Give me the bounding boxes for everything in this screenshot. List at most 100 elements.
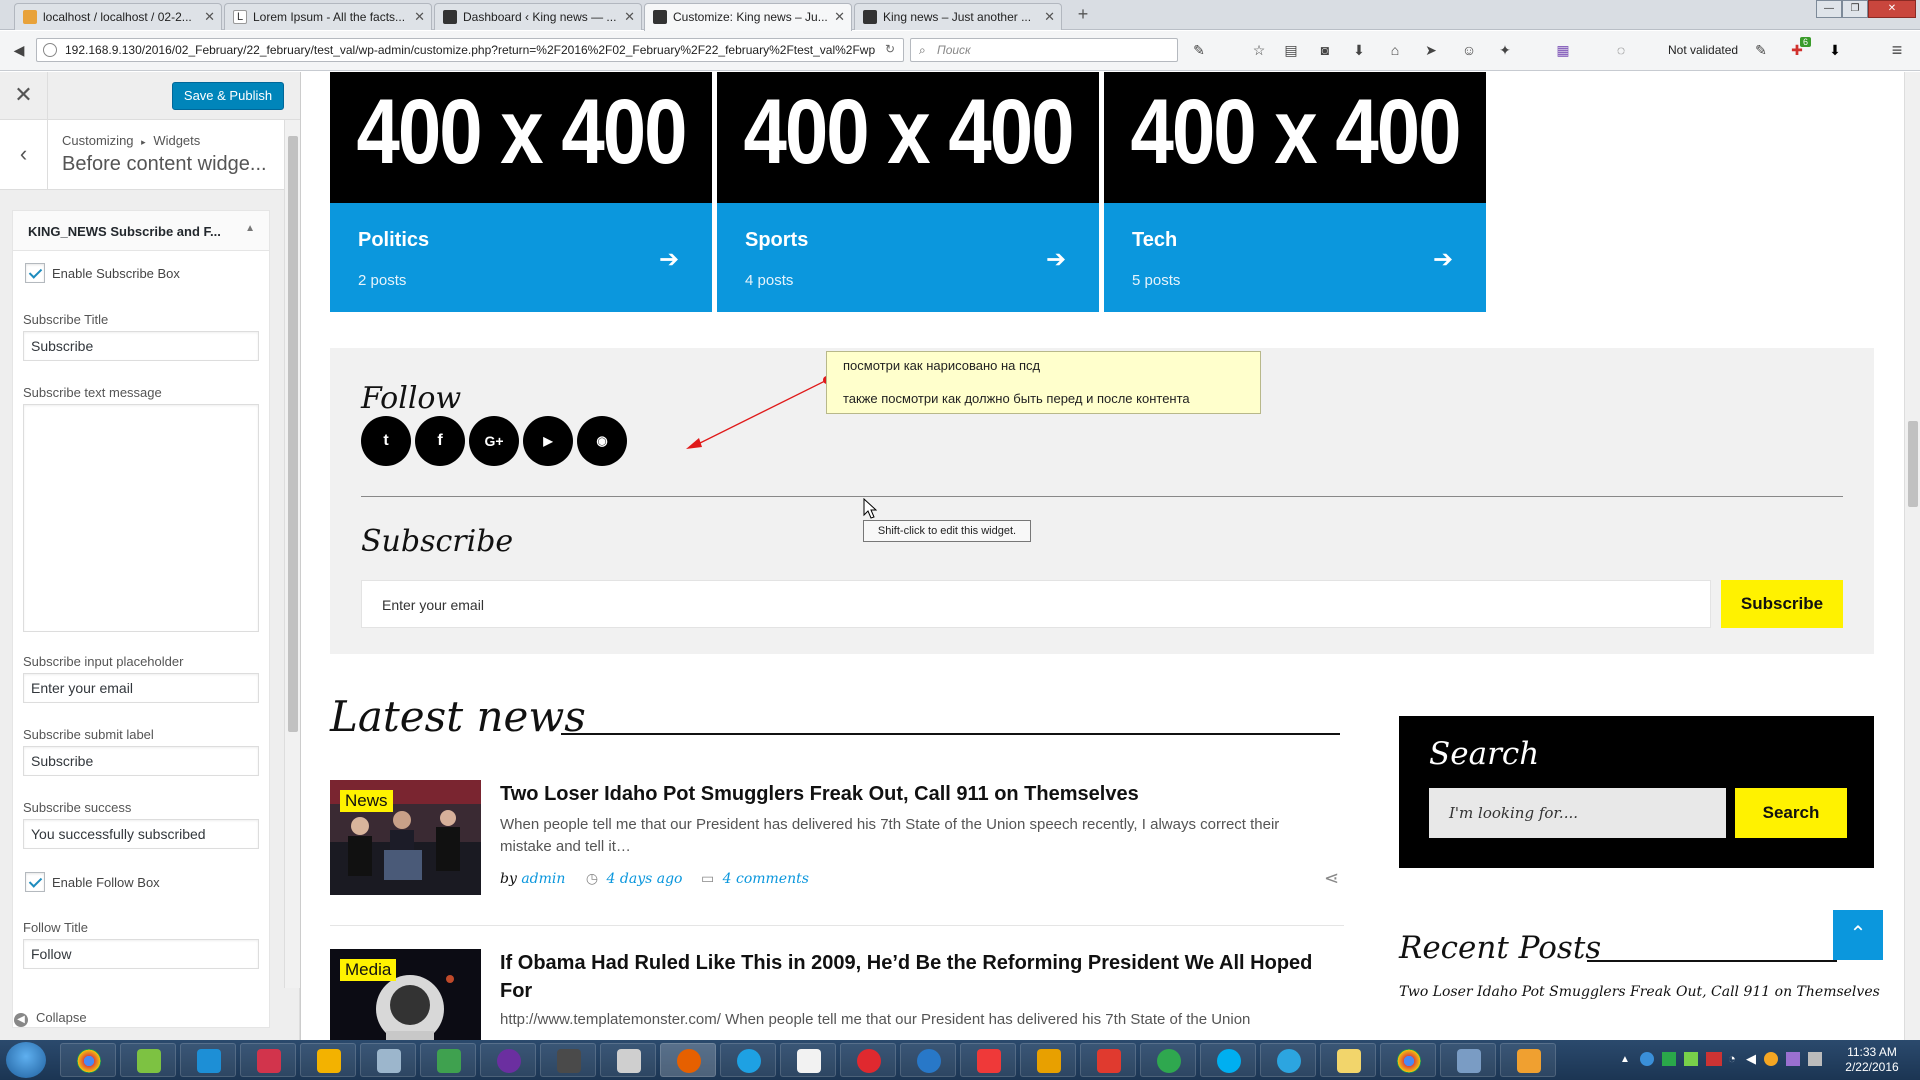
browser-tab-active[interactable]: Customize: King news – Ju... ✕ xyxy=(644,3,852,31)
search-button[interactable]: Search xyxy=(1735,788,1847,838)
chat-icon[interactable]: ☺ xyxy=(1460,41,1478,59)
close-tab-icon[interactable]: ✕ xyxy=(624,9,635,25)
close-tab-icon[interactable]: ✕ xyxy=(1044,9,1055,25)
downloads-arrow-icon[interactable]: ⬇ xyxy=(1826,41,1844,59)
ie-app[interactable] xyxy=(720,1043,776,1077)
browser-tab[interactable]: L Lorem Ipsum - All the facts... ✕ xyxy=(224,3,432,30)
widget-title-bar[interactable]: KING_NEWS Subscribe and F... ▲ xyxy=(13,211,269,251)
tray-misc-icon[interactable] xyxy=(1808,1052,1822,1066)
media-app[interactable] xyxy=(480,1043,536,1077)
collapse-caret-icon[interactable]: ▲ xyxy=(245,223,255,234)
tray-app-icon[interactable] xyxy=(1640,1052,1654,1066)
firefox-app[interactable] xyxy=(660,1043,716,1077)
post-date[interactable]: 4 days ago xyxy=(607,871,683,887)
download-icon[interactable]: ⬇ xyxy=(1350,41,1368,59)
post-category-tag[interactable]: News xyxy=(340,790,393,812)
vivaldi-app[interactable] xyxy=(960,1043,1016,1077)
post-comments[interactable]: 4 comments xyxy=(723,871,809,887)
grid-app[interactable] xyxy=(420,1043,476,1077)
volume-icon[interactable]: ◀ xyxy=(1746,1051,1756,1067)
subscribe-title-input[interactable]: Subscribe xyxy=(23,331,259,361)
save-app[interactable] xyxy=(240,1043,296,1077)
notepad-app[interactable] xyxy=(120,1043,176,1077)
recent-post-link[interactable]: Two Loser Idaho Pot Smugglers Freak Out,… xyxy=(1399,984,1880,1000)
notes-icon[interactable]: ✎ xyxy=(1190,41,1208,59)
share-icon[interactable]: ⋖ xyxy=(1324,868,1339,889)
browser-tab[interactable]: Dashboard ‹ King news — ... ✕ xyxy=(434,3,642,30)
sublime-app[interactable] xyxy=(540,1043,596,1077)
tray-battery-icon[interactable] xyxy=(1684,1052,1698,1066)
explorer-app[interactable] xyxy=(1320,1043,1376,1077)
filezilla-app[interactable] xyxy=(1020,1043,1076,1077)
chrome-app-2[interactable] xyxy=(1380,1043,1436,1077)
post-author[interactable]: admin xyxy=(521,871,565,887)
browser-app[interactable] xyxy=(900,1043,956,1077)
close-window-button[interactable]: ✕ xyxy=(1868,0,1916,18)
tray-network-icon[interactable] xyxy=(1662,1052,1676,1066)
placeholder-input[interactable]: Enter your email xyxy=(23,673,259,703)
submit-label-input[interactable]: Subscribe xyxy=(23,746,259,776)
maximize-button[interactable]: ❐ xyxy=(1842,0,1868,18)
post-thumbnail[interactable]: News xyxy=(330,780,481,895)
post-category-tag[interactable]: Media xyxy=(340,959,397,981)
telegram-app[interactable] xyxy=(1260,1043,1316,1077)
yandex-app[interactable] xyxy=(780,1043,836,1077)
game-app[interactable] xyxy=(600,1043,656,1077)
subscribe-text-textarea[interactable] xyxy=(23,404,259,632)
wifi-icon[interactable]: ◔ xyxy=(1728,1051,1736,1066)
close-tab-icon[interactable]: ✕ xyxy=(834,9,845,25)
collapse-button[interactable]: ◀ Collapse xyxy=(14,1010,87,1027)
language-flag-icon[interactable] xyxy=(1706,1052,1722,1066)
tool-icon[interactable]: ✦ xyxy=(1496,41,1514,59)
success-input[interactable]: You successfully subscribed xyxy=(23,819,259,849)
calculator-app[interactable] xyxy=(360,1043,416,1077)
search-input[interactable]: I'm looking for.... xyxy=(1429,788,1726,838)
s-app[interactable] xyxy=(1140,1043,1196,1077)
edit-icon[interactable]: ✎ xyxy=(1752,41,1770,59)
image-app[interactable] xyxy=(1500,1043,1556,1077)
sidebar-scroll-thumb[interactable] xyxy=(288,136,298,732)
sidebar-scrollbar[interactable] xyxy=(284,120,300,988)
browser-tab[interactable]: localhost / localhost / 02-2... ✕ xyxy=(14,3,222,30)
reload-icon[interactable]: ↻ xyxy=(885,42,895,56)
site-info-icon[interactable] xyxy=(43,43,57,57)
apps-grid-icon[interactable]: ▦ xyxy=(1554,41,1572,59)
home-icon[interactable]: ⌂ xyxy=(1386,41,1404,59)
skype-app-2[interactable] xyxy=(1200,1043,1256,1077)
minimize-button[interactable]: — xyxy=(1816,0,1842,18)
back-icon[interactable]: ◀ xyxy=(10,41,28,59)
status-icon[interactable]: ◌ xyxy=(1612,41,1630,59)
menu-icon[interactable]: ≡ xyxy=(1888,41,1906,59)
bookmark-star-icon[interactable]: ☆ xyxy=(1250,41,1268,59)
opera-app[interactable] xyxy=(840,1043,896,1077)
tray-pen-icon[interactable] xyxy=(1786,1052,1800,1066)
page-scroll-thumb[interactable] xyxy=(1908,421,1918,507)
anydesk-app[interactable] xyxy=(1080,1043,1136,1077)
close-tab-icon[interactable]: ✕ xyxy=(204,9,215,25)
url-bar[interactable]: 192.168.9.130/2016/02_February/22_februa… xyxy=(36,38,904,62)
annotation-note[interactable]: посмотри как нарисовано на псд также пос… xyxy=(826,351,1261,414)
enable-subscribe-checkbox[interactable] xyxy=(25,263,45,283)
pocket-icon[interactable]: ◙ xyxy=(1316,41,1334,59)
warning-app[interactable] xyxy=(300,1043,356,1077)
post-title[interactable]: Two Loser Idaho Pot Smugglers Freak Out,… xyxy=(500,780,1330,808)
start-button[interactable] xyxy=(6,1042,46,1078)
close-tab-icon[interactable]: ✕ xyxy=(414,9,425,25)
send-icon[interactable]: ➤ xyxy=(1422,41,1440,59)
tool-app[interactable] xyxy=(1440,1043,1496,1077)
post-title[interactable]: If Obama Had Ruled Like This in 2009, He… xyxy=(500,949,1330,1005)
new-tab-button[interactable]: + xyxy=(1072,4,1094,26)
follow-title-input[interactable]: Follow xyxy=(23,939,259,969)
enable-follow-checkbox[interactable] xyxy=(25,872,45,892)
browser-tab[interactable]: King news – Just another ... ✕ xyxy=(854,3,1062,30)
tray-expand-icon[interactable]: ▲ xyxy=(1620,1054,1630,1065)
save-publish-button[interactable]: Save & Publish xyxy=(172,82,284,110)
search-bar[interactable]: ⌕ Поиск xyxy=(910,38,1178,62)
post-thumbnail[interactable]: Media xyxy=(330,949,481,1040)
reading-list-icon[interactable]: ▤ xyxy=(1282,41,1300,59)
page-scrollbar[interactable] xyxy=(1904,72,1920,1040)
tray-update-icon[interactable] xyxy=(1764,1052,1778,1066)
skype-app[interactable] xyxy=(180,1043,236,1077)
scroll-to-top-button[interactable]: ⌃ xyxy=(1833,910,1883,960)
taskbar-clock[interactable]: 11:33 AM 2/22/2016 xyxy=(1842,1045,1902,1075)
